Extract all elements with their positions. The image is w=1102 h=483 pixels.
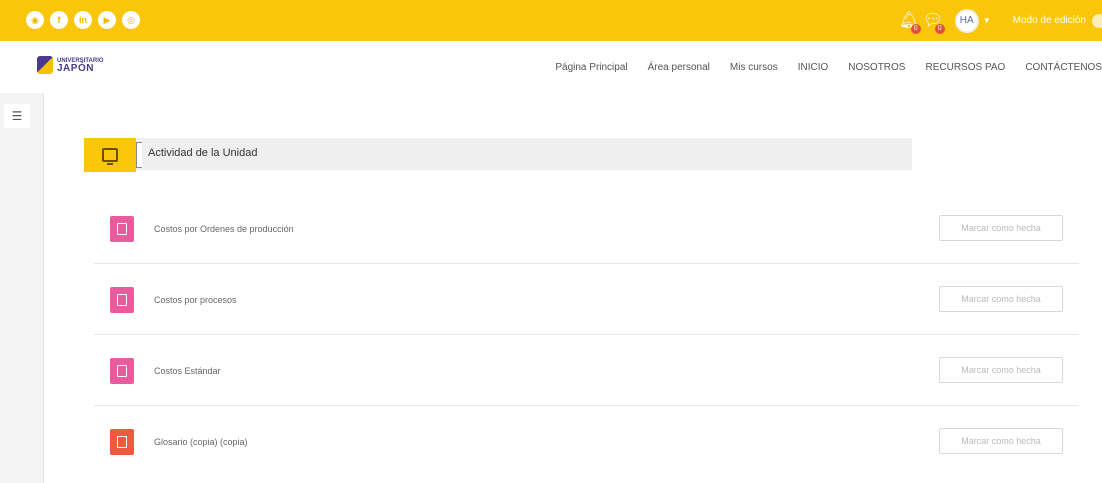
facebook-icon[interactable]: f — [50, 11, 68, 29]
activity-row: Costos por procesos Marcar como hecha — [94, 265, 1079, 335]
activity-link[interactable]: Costos Estándar — [154, 366, 221, 376]
main-navbar: UNIVERSITARIO JAPÓN Página Principal Áre… — [0, 41, 1102, 93]
instagram-icon[interactable]: ◎ — [122, 11, 140, 29]
messages-button[interactable]: 💬︎ 0 — [923, 11, 945, 34]
course-content-card: Actividad de la Unidad Costos por Ordene… — [43, 93, 1102, 483]
activity-row: Glosario (copia) (copia) Marcar como hec… — [94, 407, 1079, 477]
globe-icon[interactable]: ◉ — [26, 11, 44, 29]
nav-item-mis-cursos[interactable]: Mis cursos — [730, 62, 778, 73]
notifications-button[interactable]: 🔔︎ 0 — [899, 11, 921, 34]
monitor-icon — [102, 148, 118, 165]
nav-item-inicio[interactable]: INICIO — [798, 62, 829, 73]
file-icon[interactable] — [110, 358, 134, 384]
top-bar: ◉ f in ▶ ◎ 🔔︎ 0 💬︎ 0 HA ▼ Modo de edició… — [0, 0, 1102, 41]
edit-mode-toggle[interactable] — [1092, 13, 1102, 28]
activity-link[interactable]: Glosario (copia) (copia) — [154, 437, 248, 447]
youtube-icon[interactable]: ▶ — [98, 11, 116, 29]
notifications-badge: 0 — [910, 23, 921, 34]
mark-done-button[interactable]: Marcar como hecha — [939, 357, 1063, 383]
activity-link[interactable]: Costos por procesos — [154, 295, 237, 305]
nav-item-contactenos[interactable]: CONTÁCTENOS — [1025, 62, 1102, 73]
social-links: ◉ f in ▶ ◎ — [26, 11, 140, 29]
nav-item-nosotros[interactable]: NOSOTROS — [848, 62, 905, 73]
nav-menu: Página Principal Área personal Mis curso… — [555, 41, 1102, 93]
nav-item-area-personal[interactable]: Área personal — [648, 62, 710, 73]
file-icon[interactable] — [110, 216, 134, 242]
edit-mode-label: Modo de edición — [1012, 15, 1086, 26]
user-area: 🔔︎ 0 💬︎ 0 HA ▼ Modo de edición — [899, 8, 1102, 34]
mark-done-button[interactable]: Marcar como hecha — [939, 215, 1063, 241]
nav-item-pagina-principal[interactable]: Página Principal — [555, 62, 627, 73]
activity-link[interactable]: Costos por Ordenes de producción — [154, 224, 294, 234]
glossary-icon[interactable] — [110, 429, 134, 455]
chevron-down-icon[interactable]: ▼ — [983, 16, 991, 25]
logo-main-text: JAPÓN — [57, 63, 94, 74]
section-icon-block — [84, 138, 142, 172]
linkedin-icon[interactable]: in — [74, 11, 92, 29]
activity-row: Costos Estándar Marcar como hecha — [94, 336, 1079, 406]
nav-item-recursos-pao[interactable]: RECURSOS PAO — [925, 62, 1005, 73]
mark-done-button[interactable]: Marcar como hecha — [939, 428, 1063, 454]
list-icon: ☰ — [11, 109, 23, 123]
section-header: Actividad de la Unidad — [84, 138, 912, 172]
activity-row: Costos por Ordenes de producción Marcar … — [94, 194, 1079, 264]
drawer-toggle-button[interactable]: ☰ — [4, 104, 30, 128]
messages-badge: 0 — [934, 23, 945, 34]
logo-crest-icon — [37, 56, 53, 74]
avatar[interactable]: HA — [954, 8, 979, 33]
section-title: Actividad de la Unidad — [148, 147, 258, 159]
file-icon[interactable] — [110, 287, 134, 313]
site-logo[interactable]: UNIVERSITARIO JAPÓN — [37, 56, 104, 74]
mark-done-button[interactable]: Marcar como hecha — [939, 286, 1063, 312]
